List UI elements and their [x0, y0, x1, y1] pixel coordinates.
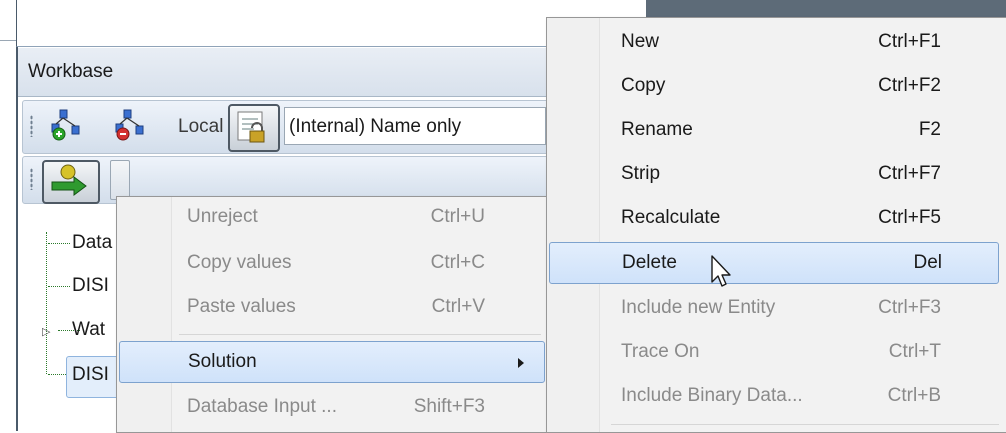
menu-item-shortcut: Ctrl+F5 — [878, 207, 941, 228]
menu-item-strip[interactable]: Strip Ctrl+F7 — [547, 154, 999, 194]
tree-item[interactable]: DISI — [72, 275, 109, 297]
tree-guide — [46, 232, 47, 374]
context-menu: Unreject Ctrl+U Copy values Ctrl+C Paste… — [116, 196, 548, 433]
menu-item-shortcut: Ctrl+F3 — [878, 297, 941, 318]
filter-select[interactable]: (Internal) Name only — [284, 107, 546, 145]
menu-item-delete[interactable]: Delete Del — [549, 242, 999, 284]
lock-filter-icon — [237, 111, 265, 143]
menu-item-shortcut: Ctrl+U — [430, 206, 485, 227]
add-entity-icon[interactable] — [50, 108, 84, 142]
tree-guide — [48, 286, 70, 287]
panel-title: Workbase — [28, 61, 114, 82]
menu-item-database-input[interactable]: Database Input ... Shift+F3 — [117, 387, 545, 427]
menu-item-label: Strip — [621, 163, 661, 184]
tree-item[interactable]: DISI — [72, 364, 109, 386]
run-button[interactable] — [42, 160, 100, 204]
menu-item-shortcut: Ctrl+T — [888, 341, 941, 362]
run-arrow-icon — [51, 164, 87, 196]
menu-item-copy[interactable]: Copy Ctrl+F2 — [547, 66, 999, 106]
menu-item-copy-values[interactable]: Copy values Ctrl+C — [117, 243, 545, 283]
toolbar-grip[interactable] — [30, 115, 33, 137]
menu-item-new[interactable]: New Ctrl+F1 — [547, 22, 999, 62]
menu-item-include-new-entity[interactable]: Include new Entity Ctrl+F3 — [547, 288, 999, 328]
toolbar-overflow-button[interactable] — [110, 160, 130, 200]
tree-item[interactable]: Data — [72, 232, 112, 254]
menu-item-label: Trace On — [621, 341, 700, 362]
menu-item-label: Include new Entity — [621, 297, 776, 318]
menu-item-label: Include Binary Data... — [621, 385, 803, 406]
menu-item-label: Solution — [188, 351, 257, 372]
menu-item-rename[interactable]: Rename F2 — [547, 110, 999, 150]
menu-item-label: New — [621, 31, 660, 52]
menu-item-unreject[interactable]: Unreject Ctrl+U — [117, 197, 545, 237]
menu-item-label: Database Input ... — [187, 396, 337, 417]
menu-item-label: Copy — [621, 75, 666, 96]
menu-item-label: Rename — [621, 119, 693, 140]
tree-guide — [48, 243, 70, 244]
lock-filter-button[interactable] — [228, 104, 280, 152]
menu-separator — [611, 424, 999, 425]
toolbar-grip[interactable] — [30, 168, 33, 190]
menu-item-shortcut: Del — [913, 252, 942, 273]
menu-item-label: Paste values — [187, 296, 296, 317]
menu-item-solution[interactable]: Solution — [119, 341, 545, 383]
expand-icon[interactable]: ▷ — [42, 325, 50, 338]
mouse-pointer-icon — [711, 255, 731, 287]
menu-item-trace-on[interactable]: Trace On Ctrl+T — [547, 332, 999, 372]
menu-item-include-binary-data[interactable]: Include Binary Data... Ctrl+B — [547, 376, 999, 416]
remove-entity-icon[interactable] — [114, 108, 148, 142]
tree-item[interactable]: Wat — [72, 319, 105, 341]
menu-item-shortcut: Ctrl+F7 — [878, 163, 941, 184]
menu-item-label: Recalculate — [621, 207, 721, 228]
menu-item-shortcut: F2 — [918, 119, 941, 140]
chevron-right-icon — [518, 358, 524, 368]
menu-item-recalculate[interactable]: Recalculate Ctrl+F5 — [547, 198, 999, 238]
divider — [0, 40, 16, 41]
local-label: Local — [178, 116, 224, 137]
menu-item-shortcut: Shift+F3 — [413, 396, 485, 417]
menu-separator — [179, 334, 541, 335]
menu-item-shortcut: Ctrl+V — [431, 296, 485, 317]
menu-item-label: Unreject — [187, 206, 258, 227]
menu-item-shortcut: Ctrl+F1 — [878, 31, 941, 52]
menu-item-paste-values[interactable]: Paste values Ctrl+V — [117, 287, 545, 327]
menu-item-shortcut: Ctrl+F2 — [878, 75, 941, 96]
menu-item-shortcut: Ctrl+C — [430, 252, 485, 273]
menu-item-label: Copy values — [187, 252, 292, 273]
menu-item-label: Delete — [622, 252, 677, 273]
menu-item-shortcut: Ctrl+B — [887, 385, 941, 406]
tree-guide — [48, 374, 66, 375]
solution-submenu: New Ctrl+F1 Copy Ctrl+F2 Rename F2 Strip… — [546, 17, 1006, 433]
